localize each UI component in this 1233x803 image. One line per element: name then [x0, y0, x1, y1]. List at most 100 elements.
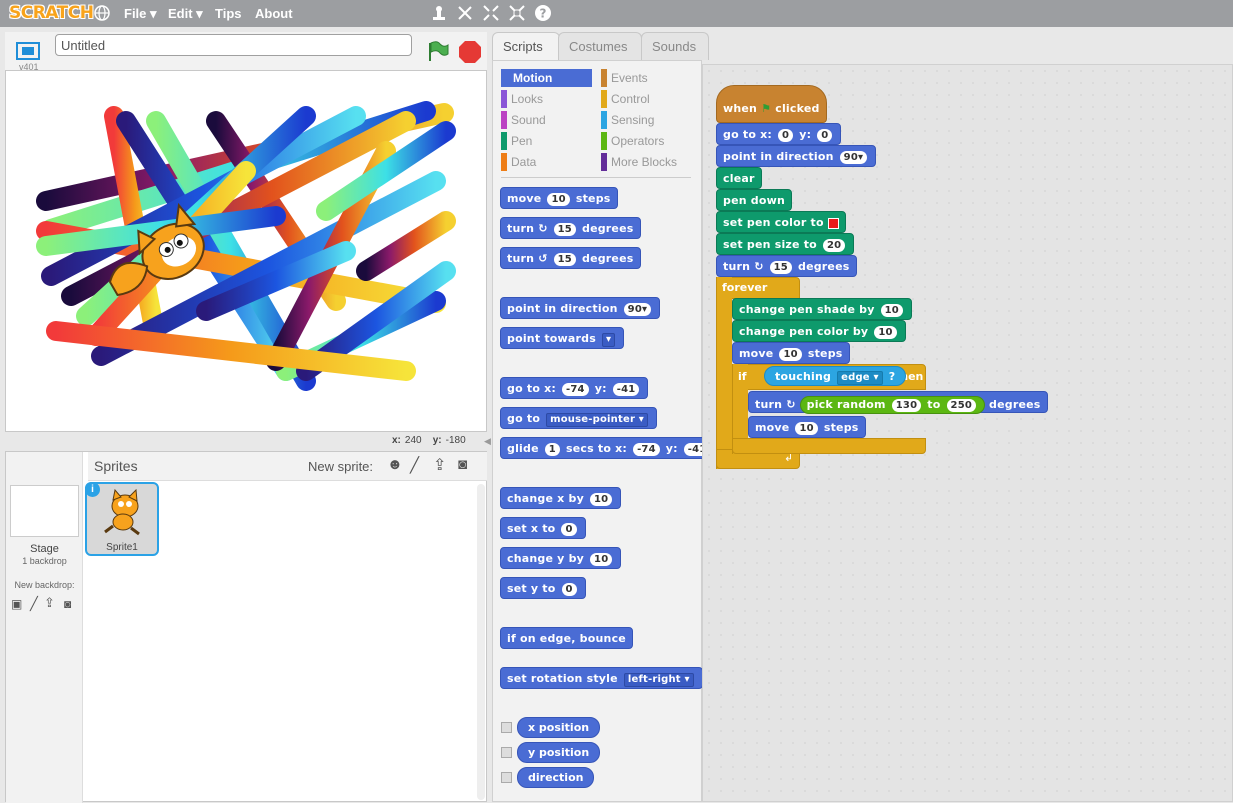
- sprite-tile-sprite1[interactable]: i Sprite1: [85, 482, 159, 556]
- tab-scripts[interactable]: Scripts: [492, 32, 560, 60]
- paintbrush-icon[interactable]: ╱: [30, 596, 38, 612]
- block-turn-right[interactable]: turn ↻ 15 degrees: [500, 217, 641, 239]
- block-go-to-xy[interactable]: go to x: 0 y: 0: [716, 123, 842, 145]
- rotate-right-icon: ↻: [538, 222, 548, 235]
- edit-menu[interactable]: Edit ▾: [168, 6, 203, 22]
- new-sprite-label: New sprite:: [308, 459, 374, 474]
- rotate-right-icon: ↻: [754, 260, 764, 273]
- block-change-pen-shade[interactable]: change pen shade by 10: [732, 298, 912, 320]
- paintbrush-icon[interactable]: ╱: [410, 456, 419, 474]
- block-move-steps[interactable]: move 10 steps: [732, 342, 850, 364]
- sprites-title: Sprites: [94, 458, 138, 474]
- new-backdrop-label: New backdrop:: [14, 580, 75, 590]
- svg-text:?: ?: [540, 7, 547, 21]
- block-change-pen-color[interactable]: change pen color by 10: [732, 320, 906, 342]
- category-sound[interactable]: Sound: [501, 111, 592, 129]
- reporter-direction[interactable]: direction: [517, 767, 595, 788]
- category-more-blocks[interactable]: More Blocks: [601, 153, 693, 171]
- if-label: if: [738, 370, 747, 383]
- reporter-x-position[interactable]: x position: [517, 717, 601, 738]
- scripts-area[interactable]: when ⚑ clicked go to x: 0 y: 0 point in …: [702, 64, 1233, 802]
- block-go-to-xy[interactable]: go to x: -74 y: -41: [500, 377, 649, 399]
- block-go-to[interactable]: go to mouse-pointer ▾: [500, 407, 657, 429]
- menu-bar: SCRATCH File ▾ Edit ▾ Tips About ?: [0, 0, 1233, 27]
- forever-label: forever: [722, 281, 768, 294]
- grow-icon[interactable]: [481, 3, 501, 23]
- block-bounce[interactable]: if on edge, bounce: [500, 627, 633, 649]
- camera-icon[interactable]: ◙: [458, 456, 467, 473]
- cat-sprite-icon: [104, 488, 140, 536]
- sprites-scrollbar[interactable]: [477, 484, 485, 800]
- block-move-steps-inner[interactable]: move 10 steps: [748, 416, 866, 438]
- checkbox-direction[interactable]: [501, 772, 512, 783]
- info-icon[interactable]: i: [85, 482, 100, 497]
- block-pen-down[interactable]: pen down: [716, 189, 793, 211]
- camera-icon[interactable]: ◙: [64, 597, 71, 611]
- checkbox-x-position[interactable]: [501, 722, 512, 733]
- sprite-name: Sprite1: [106, 542, 138, 553]
- rotate-left-icon: ↺: [538, 252, 548, 265]
- stage-column: Stage 1 backdrop New backdrop: ▣ ╱ ⇪ ◙: [6, 452, 83, 803]
- block-set-x[interactable]: set x to 0: [500, 517, 586, 539]
- block-point-in-direction[interactable]: point in direction 90▾: [500, 297, 661, 319]
- stop-icon[interactable]: [458, 40, 482, 64]
- image-icon[interactable]: ▣: [11, 597, 22, 611]
- category-looks[interactable]: Looks: [501, 90, 592, 108]
- reporter-y-position[interactable]: y position: [517, 742, 601, 763]
- category-data[interactable]: Data: [501, 153, 592, 171]
- checkbox-y-position[interactable]: [501, 747, 512, 758]
- collapse-arrow-icon[interactable]: ◀: [484, 436, 492, 448]
- rotate-right-icon: ↻: [786, 398, 796, 411]
- mouse-coords: x: 240 y: -180: [392, 435, 466, 446]
- block-when-flag-clicked[interactable]: when ⚑ clicked: [716, 85, 827, 123]
- category-divider: [501, 177, 691, 178]
- upload-icon[interactable]: ⇪: [44, 595, 55, 611]
- category-events[interactable]: Events: [601, 69, 693, 87]
- green-flag-icon[interactable]: [426, 40, 450, 62]
- block-set-y[interactable]: set y to 0: [500, 577, 586, 599]
- file-menu[interactable]: File ▾: [124, 6, 157, 22]
- stage-canvas[interactable]: [5, 70, 487, 432]
- block-rotation-style[interactable]: set rotation style left-right ▾: [500, 667, 703, 689]
- tips-menu[interactable]: Tips: [215, 6, 242, 21]
- category-sensing[interactable]: Sensing: [601, 111, 693, 129]
- scratch-logo[interactable]: SCRATCH: [9, 3, 94, 23]
- help-icon[interactable]: ?: [533, 3, 553, 23]
- block-pick-random[interactable]: pick random 130 to 250: [799, 396, 986, 414]
- fullscreen-icon[interactable]: [14, 40, 42, 62]
- duplicate-icon[interactable]: [429, 3, 449, 23]
- upload-icon[interactable]: ⇪: [433, 455, 446, 475]
- backdrop-count: 1 backdrop: [22, 556, 67, 566]
- block-change-y[interactable]: change y by 10: [500, 547, 622, 569]
- block-set-pen-color[interactable]: set pen color to: [716, 211, 846, 233]
- block-turn-random[interactable]: turn ↻ pick random 130 to 250 degrees: [748, 391, 1048, 414]
- color-swatch[interactable]: [827, 217, 839, 229]
- sprites-pane: Stage 1 backdrop New backdrop: ▣ ╱ ⇪ ◙ S…: [5, 451, 487, 803]
- category-pen[interactable]: Pen: [501, 132, 592, 150]
- block-clear[interactable]: clear: [716, 167, 762, 189]
- block-glide[interactable]: glide 1 secs to x: -74 y: -41: [500, 437, 720, 459]
- block-point-towards[interactable]: point towards ▾: [500, 327, 625, 349]
- pen-drawing: [36, 101, 456, 391]
- globe-icon[interactable]: [92, 3, 112, 23]
- block-palette: Motion Looks Sound Pen Data Events Contr…: [492, 60, 720, 802]
- shrink-icon[interactable]: [507, 3, 527, 23]
- stage-label: Stage: [30, 543, 59, 555]
- cut-icon[interactable]: [455, 3, 475, 23]
- tab-costumes[interactable]: Costumes: [558, 32, 642, 60]
- block-touching[interactable]: touching edge ▾ ?: [764, 366, 907, 386]
- stage-thumbnail[interactable]: [10, 485, 79, 537]
- block-move-steps[interactable]: move 10 steps: [500, 187, 618, 209]
- about-menu[interactable]: About: [255, 6, 293, 21]
- block-point-in-direction[interactable]: point in direction 90▾: [716, 145, 877, 167]
- block-turn-right[interactable]: turn ↻ 15 degrees: [716, 255, 857, 277]
- category-operators[interactable]: Operators: [601, 132, 693, 150]
- block-turn-left[interactable]: turn ↺ 15 degrees: [500, 247, 641, 269]
- tab-sounds[interactable]: Sounds: [641, 32, 709, 60]
- sprite-library-icon[interactable]: ☻: [387, 456, 403, 473]
- category-control[interactable]: Control: [601, 90, 693, 108]
- block-change-x[interactable]: change x by 10: [500, 487, 622, 509]
- category-motion[interactable]: Motion: [501, 69, 592, 87]
- project-title-input[interactable]: [55, 34, 412, 56]
- block-set-pen-size[interactable]: set pen size to 20: [716, 233, 855, 255]
